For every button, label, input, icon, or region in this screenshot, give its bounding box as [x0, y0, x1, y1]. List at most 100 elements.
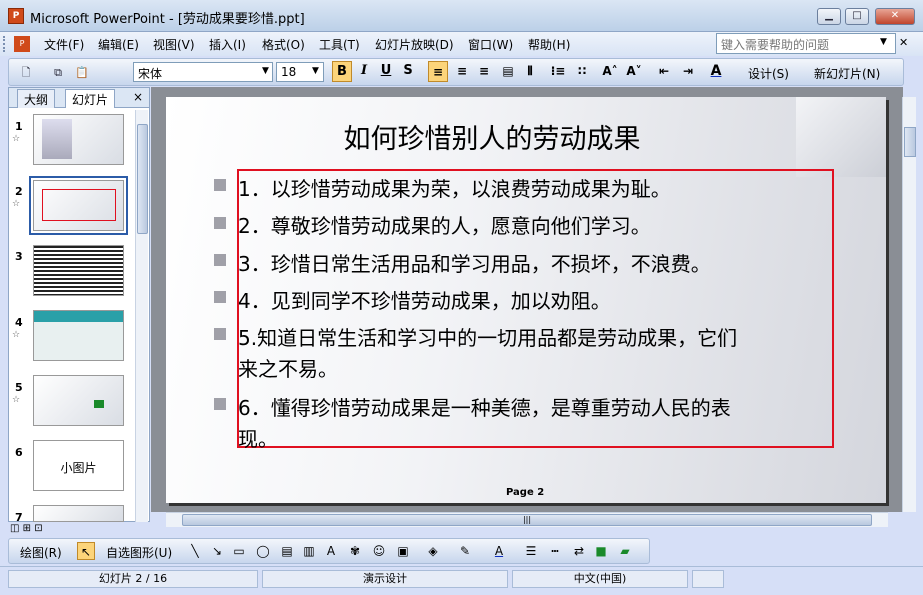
new-slide-button[interactable]: 新幻灯片(N)	[814, 65, 880, 82]
slide-sorter-view-icon[interactable]: ⊞	[23, 523, 31, 534]
stairs-image	[42, 119, 72, 159]
menu-file[interactable]: 文件(F)	[44, 36, 84, 53]
decrease-font-icon[interactable]: A˅	[624, 61, 644, 82]
current-slide[interactable]: 如何珍惜别人的劳动成果 1．以珍惜劳动成果为荣，以浪费劳动成果为耻。 2．尊敬珍…	[166, 97, 886, 503]
align-left-icon[interactable]: ≡	[428, 61, 448, 82]
editor-vertical-scrollbar[interactable]	[902, 97, 916, 512]
autoshapes-button[interactable]: 自选图形(U)	[106, 544, 172, 561]
text-color-icon[interactable]: A	[490, 542, 508, 560]
font-color-icon[interactable]: A	[706, 61, 726, 82]
copy-icon[interactable]: ⧉	[49, 64, 67, 82]
bullet-icon	[214, 398, 226, 410]
transition-star-icon: ☆	[12, 199, 21, 209]
tab-slides[interactable]: 幻灯片	[65, 89, 116, 108]
line-color-icon[interactable]: ✎	[456, 542, 474, 560]
draw-menu-button[interactable]: 绘图(R)	[20, 544, 62, 561]
paste-icon[interactable]: 📋	[73, 64, 91, 82]
rectangle-tool-icon[interactable]: ▭	[230, 542, 248, 560]
transition-star-icon: ☆	[12, 330, 21, 340]
arrow-style-icon[interactable]: ⇄	[570, 542, 588, 560]
menu-format[interactable]: 格式(O)	[262, 36, 305, 53]
3d-style-icon[interactable]: ▰	[616, 542, 634, 560]
new-document-icon[interactable]: 🗋	[17, 64, 35, 82]
slide-thumbnail-5[interactable]	[33, 375, 124, 426]
picture-icon[interactable]: ▣	[394, 542, 412, 560]
font-size-dropdown-icon[interactable]: ▼	[312, 66, 319, 76]
status-bar: 幻灯片 2 / 16 演示设计 中文(中国)	[0, 566, 923, 595]
wordart-icon[interactable]: A	[322, 542, 340, 560]
slide-number-4: 4	[15, 316, 23, 329]
shadow-style-icon[interactable]: ■	[592, 542, 610, 560]
align-right-icon[interactable]: ≡	[474, 61, 494, 82]
close-button[interactable]: ✕	[875, 8, 915, 25]
distribute-icon[interactable]: ⫴	[520, 61, 540, 82]
textbox-tool-icon[interactable]: ▤	[278, 542, 296, 560]
powerpoint-app-icon[interactable]: P	[8, 8, 24, 24]
menu-insert[interactable]: 插入(I)	[209, 36, 246, 53]
design-button[interactable]: 设计(S)	[748, 65, 789, 82]
menu-slideshow[interactable]: 幻灯片放映(D)	[375, 36, 454, 53]
slide-thumbnail-1[interactable]	[33, 114, 124, 165]
underline-button[interactable]: U	[376, 61, 396, 82]
slides-pane-scrollbar[interactable]	[135, 110, 148, 522]
tab-outline[interactable]: 大纲	[17, 89, 56, 108]
help-dropdown-icon[interactable]: ▼	[880, 37, 887, 47]
align-center-icon[interactable]: ≡	[452, 61, 472, 82]
decrease-indent-icon[interactable]: ⇤	[654, 61, 674, 82]
fill-color-icon[interactable]: ◈	[424, 542, 442, 560]
increase-font-icon[interactable]: A˄	[600, 61, 620, 82]
slide-thumbnail-3[interactable]	[33, 245, 124, 296]
menu-edit[interactable]: 编辑(E)	[98, 36, 139, 53]
scrollbar-thumb[interactable]	[137, 124, 148, 234]
slide-thumbnail-2[interactable]	[29, 176, 128, 235]
shadow-button[interactable]: S	[398, 61, 418, 82]
editor-horizontal-scrollbar[interactable]: |||	[166, 512, 888, 527]
menu-view[interactable]: 视图(V)	[153, 36, 195, 53]
slide-title[interactable]: 如何珍惜别人的劳动成果	[166, 117, 818, 156]
title-bar: P Microsoft PowerPoint - [劳动成果要珍惜.ppt] ▁…	[0, 0, 923, 32]
slide-number-5: 5	[15, 381, 23, 394]
window-title: Microsoft PowerPoint - [劳动成果要珍惜.ppt]	[30, 12, 305, 27]
minimize-button[interactable]: ▁	[817, 8, 841, 25]
menu-help[interactable]: 帮助(H)	[528, 36, 570, 53]
pane-close-icon[interactable]: ×	[133, 90, 143, 104]
arrow-tool-icon[interactable]: ↘	[208, 542, 226, 560]
maximize-button[interactable]: □	[845, 8, 869, 25]
italic-button[interactable]: I	[354, 61, 374, 82]
dash-style-icon[interactable]: ┅	[546, 542, 564, 560]
slide-thumbnail-7[interactable]	[33, 505, 124, 522]
menu-grip[interactable]	[3, 36, 7, 52]
bullet-line-1: 1．以珍惜劳动成果为荣，以浪费劳动成果为耻。	[238, 177, 671, 201]
slideshow-view-icon[interactable]: ⊡	[34, 523, 42, 534]
bullets-icon[interactable]: ∷	[572, 61, 592, 82]
bullet-icon	[214, 291, 226, 303]
menu-tools[interactable]: 工具(T)	[319, 36, 360, 53]
increase-indent-icon[interactable]: ⇥	[678, 61, 698, 82]
bold-button[interactable]: B	[332, 61, 352, 82]
help-search-input[interactable]: 键入需要帮助的问题	[716, 33, 896, 54]
language-status: 中文(中国)	[512, 570, 688, 588]
numbering-icon[interactable]: ⁝≡	[548, 61, 568, 82]
justify-icon[interactable]: ▤	[498, 61, 518, 82]
menu-window[interactable]: 窗口(W)	[468, 36, 513, 53]
scrollbar-thumb[interactable]	[904, 127, 916, 157]
oval-tool-icon[interactable]: ◯	[254, 542, 272, 560]
slide-number-6: 6	[15, 446, 23, 459]
scrollbar-thumb[interactable]: |||	[182, 514, 872, 526]
line-style-icon[interactable]: ☰	[522, 542, 540, 560]
font-name-dropdown-icon[interactable]: ▼	[262, 66, 269, 76]
line-tool-icon[interactable]: ╲	[186, 542, 204, 560]
document-close-icon[interactable]: ✕	[899, 36, 908, 49]
slide-thumbnail-4[interactable]	[33, 310, 124, 361]
normal-view-icon[interactable]: ◫	[10, 523, 19, 534]
page-number-label: Page 2	[506, 487, 545, 498]
select-pointer-icon[interactable]: ↖	[77, 542, 95, 560]
document-icon[interactable]: P	[14, 36, 30, 52]
font-name-select[interactable]: 宋体	[133, 62, 273, 82]
diagram-icon[interactable]: ✾	[346, 542, 364, 560]
vertical-textbox-icon[interactable]: ▥	[300, 542, 318, 560]
slide-number-2: 2	[15, 185, 23, 198]
status-empty-cell	[692, 570, 724, 588]
clipart-icon[interactable]: ☺	[370, 542, 388, 560]
slide-thumbnail-6[interactable]: 小图片	[33, 440, 124, 491]
